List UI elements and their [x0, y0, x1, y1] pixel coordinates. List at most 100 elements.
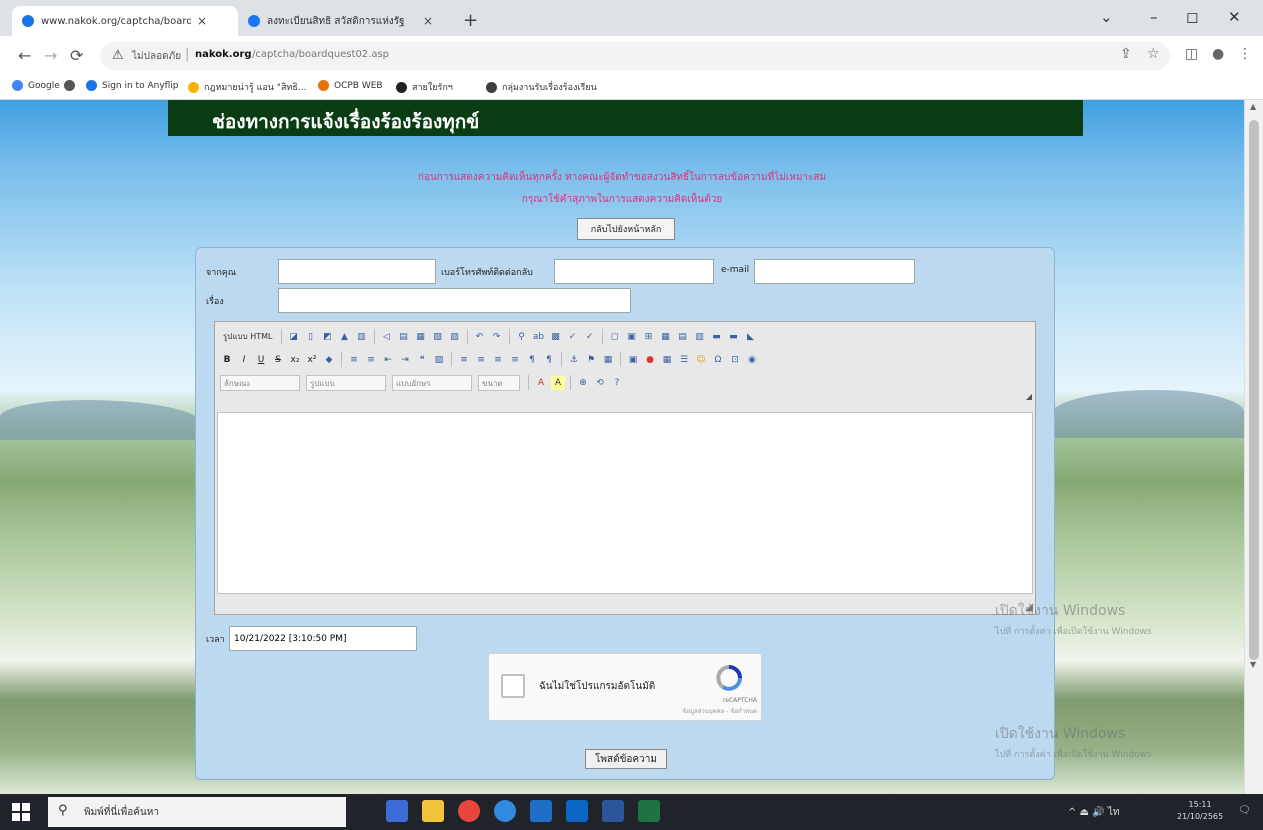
iframe-icon[interactable]: ◉: [745, 353, 759, 367]
spellcheck-icon[interactable]: ✓: [566, 330, 580, 344]
maximize-editor-icon[interactable]: ⊕: [576, 376, 590, 390]
taskbar-search[interactable]: ⚲ พิมพ์ที่นี่เพื่อค้นหา: [48, 797, 346, 827]
recaptcha-checkbox[interactable]: [501, 674, 525, 698]
browser-tab[interactable]: ลงทะเบียนสิทธิ สวัสดิการแห่งรัฐ ×: [238, 6, 456, 36]
replace-icon[interactable]: ab: [532, 330, 546, 344]
reload-icon[interactable]: ⟳: [70, 46, 83, 65]
radio-icon[interactable]: ⊞: [642, 330, 656, 344]
image-button-icon[interactable]: ◣: [744, 330, 758, 344]
share-icon[interactable]: ⇪: [1120, 46, 1132, 62]
align-right-icon[interactable]: ≡: [491, 353, 505, 367]
time-input[interactable]: [229, 626, 417, 651]
text-color-icon[interactable]: A: [534, 376, 548, 390]
source-html-button[interactable]: รูปแบบ HTML: [220, 330, 276, 344]
maximize-button[interactable]: ◻: [1186, 8, 1198, 26]
bulleted-list-icon[interactable]: ≡: [364, 353, 378, 367]
notification-icon[interactable]: 🗨: [1238, 805, 1251, 816]
phone-input[interactable]: [554, 259, 714, 284]
forward-arrow-icon[interactable]: →: [44, 46, 57, 65]
templates-icon[interactable]: ▥: [355, 330, 369, 344]
align-left-icon[interactable]: ≡: [457, 353, 471, 367]
button-field-icon[interactable]: ▬: [710, 330, 724, 344]
file-explorer-icon[interactable]: [422, 800, 444, 822]
indent-icon[interactable]: ⇥: [398, 353, 412, 367]
redo-icon[interactable]: ↷: [490, 330, 504, 344]
flash-icon[interactable]: ●: [643, 353, 657, 367]
submit-post-button[interactable]: โพสต์ข้อความ: [585, 749, 667, 769]
browser-tab-active[interactable]: www.nakok.org/captcha/boardq ×: [12, 6, 238, 36]
not-secure-warning-icon[interactable]: ⚠: [112, 48, 124, 63]
remove-format-icon[interactable]: ◆: [322, 353, 336, 367]
select-all-icon[interactable]: ▩: [549, 330, 563, 344]
task-view-icon[interactable]: [386, 800, 408, 822]
subscript-icon[interactable]: x₂: [288, 353, 302, 367]
side-panel-icon[interactable]: ◫: [1185, 46, 1198, 62]
justify-icon[interactable]: ≡: [508, 353, 522, 367]
bookmark-item[interactable]: กลุ่มงานรับเรื่องร้องเรียน: [486, 80, 597, 94]
scroll-up-icon[interactable]: ▲: [1250, 102, 1256, 111]
menu-icon[interactable]: ⋮: [1238, 46, 1252, 62]
anchor-icon[interactable]: ▦: [601, 353, 615, 367]
paste-word-icon[interactable]: ▨: [448, 330, 462, 344]
checkbox-icon[interactable]: ▣: [625, 330, 639, 344]
save-icon[interactable]: ◪: [287, 330, 301, 344]
back-to-home-button[interactable]: กลับไปยังหน้าหลัก: [577, 218, 675, 240]
tab-search-chevron-icon[interactable]: ⌄: [1100, 8, 1113, 26]
bookmark-item[interactable]: สายใยรักฯ: [396, 80, 453, 94]
bookmark-item[interactable]: [64, 80, 80, 91]
align-center-icon[interactable]: ≡: [474, 353, 488, 367]
blockquote-icon[interactable]: ❝: [415, 353, 429, 367]
outdent-icon[interactable]: ⇤: [381, 353, 395, 367]
back-arrow-icon[interactable]: ←: [18, 46, 31, 65]
taskbar-clock[interactable]: 15:11 21/10/2565: [1177, 799, 1223, 823]
bookmark-item[interactable]: กฎหมายน่ารู้ แอน "สิทธิ...: [188, 80, 306, 94]
bookmark-star-icon[interactable]: ☆: [1147, 46, 1160, 62]
edge-icon[interactable]: [494, 800, 516, 822]
rtl-icon[interactable]: ¶: [542, 353, 556, 367]
special-char-icon[interactable]: Ω: [711, 353, 725, 367]
div-container-icon[interactable]: ▨: [432, 353, 446, 367]
excel-icon[interactable]: [638, 800, 660, 822]
superscript-icon[interactable]: x²: [305, 353, 319, 367]
new-tab-button[interactable]: +: [463, 10, 478, 31]
paste-text-icon[interactable]: ▧: [431, 330, 445, 344]
bold-icon[interactable]: B: [220, 353, 234, 367]
recaptcha-terms-link[interactable]: ข้อมูลส่วนบุคคล - ข้อกำหนด: [489, 706, 757, 716]
page-viewport[interactable]: ช่องทางการแจ้งเรื่องร้องร้องทุกข์ ก่อนกา…: [0, 100, 1244, 794]
address-bar[interactable]: ⚠ ไม่ปลอดภัย | nakok.org /captcha/boardq…: [100, 42, 1170, 70]
format-select[interactable]: รูปแบบ: [306, 374, 386, 391]
link-icon[interactable]: ⚓: [567, 353, 581, 367]
mail-icon[interactable]: [566, 800, 588, 822]
size-select[interactable]: ขนาด: [478, 374, 520, 391]
find-icon[interactable]: ⚲: [515, 330, 529, 344]
preview-icon[interactable]: ◩: [321, 330, 335, 344]
page-break-icon[interactable]: ⊡: [728, 353, 742, 367]
hidden-field-icon[interactable]: ▬: [727, 330, 741, 344]
chrome-icon[interactable]: [458, 800, 480, 822]
ltr-icon[interactable]: ¶: [525, 353, 539, 367]
textfield-icon[interactable]: ▦: [659, 330, 673, 344]
strikethrough-icon[interactable]: S: [271, 353, 285, 367]
undo-icon[interactable]: ↶: [473, 330, 487, 344]
scrollbar-thumb[interactable]: [1249, 120, 1259, 660]
smiley-icon[interactable]: ☺: [694, 353, 708, 367]
copy-icon[interactable]: ▤: [397, 330, 411, 344]
subject-input[interactable]: [278, 288, 631, 313]
name-input[interactable]: [278, 259, 436, 284]
bookmark-item[interactable]: OCPB WEB: [318, 80, 383, 91]
word-icon[interactable]: [602, 800, 624, 822]
print-icon[interactable]: ▲: [338, 330, 352, 344]
font-select[interactable]: แบบอักษร: [392, 374, 472, 391]
unlink-icon[interactable]: ⚑: [584, 353, 598, 367]
cut-icon[interactable]: ◁: [380, 330, 394, 344]
numbered-list-icon[interactable]: ≡: [347, 353, 361, 367]
editor-content-area[interactable]: [217, 412, 1033, 594]
minimize-button[interactable]: –: [1150, 8, 1158, 26]
new-page-icon[interactable]: ▯: [304, 330, 318, 344]
textarea-icon[interactable]: ▤: [676, 330, 690, 344]
tab-close-icon[interactable]: ×: [423, 14, 433, 28]
scroll-down-icon[interactable]: ▼: [1250, 660, 1256, 669]
page-scrollbar[interactable]: ▲ ▼: [1244, 100, 1263, 794]
background-color-icon[interactable]: A: [551, 375, 565, 390]
paste-icon[interactable]: ▦: [414, 330, 428, 344]
